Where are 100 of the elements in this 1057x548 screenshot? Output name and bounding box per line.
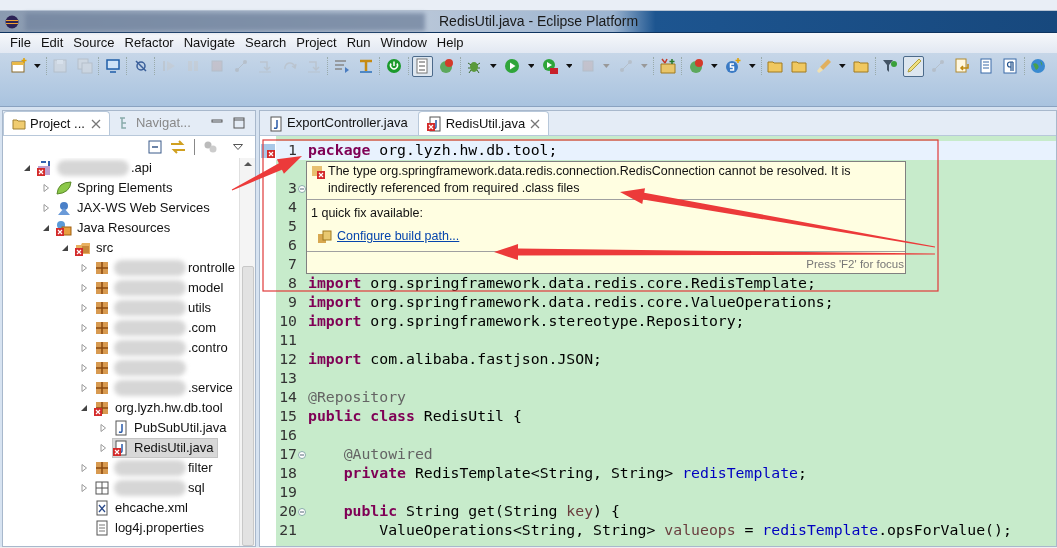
menu-item[interactable]: Refactor [120,33,178,53]
tab-label: Project ... [30,114,85,133]
maximize-icon[interactable] [233,117,245,129]
line-number: 15 [278,406,297,427]
quick-fix-link[interactable]: Configure build path... [337,228,460,245]
collapsed-arrow-icon[interactable] [99,444,107,452]
tree-item[interactable] [94,359,188,377]
tree-item[interactable]: src [75,239,118,257]
collapsed-arrow-icon[interactable] [80,284,88,292]
link-arrows-icon[interactable] [170,140,186,154]
item-label: .api [130,159,153,178]
item-label: model [187,279,225,298]
expanded-arrow-icon[interactable] [61,244,69,252]
annotation-arrow [231,156,302,191]
scrollbar[interactable] [239,158,255,546]
blur-smudge [57,160,129,176]
collapsed-arrow-icon[interactable] [99,424,107,432]
item-label: src [95,239,115,258]
collapsed-arrow-icon[interactable] [42,184,50,192]
dropdown-arrow-icon[interactable] [749,64,756,68]
tree-item[interactable]: .contro [94,339,232,357]
collapse-all-icon[interactable] [148,140,162,154]
editor-tab[interactable]: RedisUtil.java [417,111,550,135]
menu-item[interactable]: File [6,33,35,53]
dropdown-arrow-icon[interactable] [527,64,535,68]
line-number: 9 [287,292,297,313]
tree-item[interactable]: RedisUtil.java [113,439,218,457]
tree-item[interactable]: Java Resources [56,219,175,237]
line-number: 18 [278,463,297,484]
tree-item[interactable]: model [94,279,228,297]
gears-icon[interactable] [203,140,217,154]
tree-item[interactable]: filter [94,459,217,477]
collapsed-arrow-icon[interactable] [80,304,88,312]
error-badge-icon [94,408,102,416]
close-icon[interactable] [530,118,541,129]
collapsed-arrow-icon[interactable] [80,464,88,472]
collapsed-arrow-icon[interactable] [80,344,88,352]
fold-minus-icon[interactable] [297,450,306,459]
tree-item[interactable]: utils [94,299,216,317]
dropdown-arrow-icon[interactable] [565,64,573,68]
menu-item[interactable]: Search [241,33,291,53]
code-line: @Autowired [342,444,433,465]
menu-item[interactable]: Window [376,33,431,53]
dropdown-arrow-icon[interactable] [839,64,846,68]
code-line: import org.springframework.stereotype.Repository; [308,311,745,332]
collapsed-arrow-icon[interactable] [80,484,88,492]
pen-icon[interactable] [903,55,925,77]
line-number: 3 [287,178,297,199]
menu-item[interactable]: Run [342,33,375,53]
tree-item[interactable]: PubSubUtil.java [113,419,231,437]
dropdown-arrow-icon[interactable] [34,64,41,68]
expanded-arrow-icon[interactable] [42,224,50,232]
view-menu-icon[interactable] [233,144,243,150]
focus-hint: Press 'F2' for focus [806,257,905,272]
collapsed-arrow-icon[interactable] [80,364,88,372]
collapsed-arrow-icon[interactable] [80,324,88,332]
expanded-arrow-icon[interactable] [23,164,31,172]
error-message: The type org.springframework.data.redis.connection.RedisConnection cannot be resolved. It is indirectly referenced from required .class files [328,163,852,197]
blur-smudge [114,360,186,376]
menu-item[interactable]: Project [292,33,341,53]
tree-item[interactable]: .service [94,379,237,397]
blur-smudge [114,300,186,316]
fold-minus-icon[interactable] [297,184,306,193]
folder-icon [12,116,26,131]
tree-item[interactable]: sql [94,479,209,497]
tree-item[interactable]: Spring Elements [56,179,177,197]
dropdown-arrow-icon[interactable] [711,64,718,68]
item-label: ehcache.xml [114,499,189,518]
line-number: 10 [278,311,297,332]
blur-smudge [114,460,186,476]
menu-item[interactable]: Edit [36,33,68,53]
tree-item[interactable]: rontrolle [94,259,239,277]
tree-item[interactable]: .com [94,319,221,337]
tree-item[interactable]: org.lyzh.hw.db.tool [94,399,227,417]
collapsed-arrow-icon[interactable] [42,204,50,212]
code-line: ValueOperations<String, String> valueops = redisTemplate.opsForValue(); [378,520,1012,541]
dropdown-arrow-icon[interactable] [489,64,497,68]
tree-item[interactable]: log4j.properties [94,519,208,537]
editor-tab[interactable]: ExportController.java [260,111,416,135]
scroll-up-icon[interactable] [243,162,252,166]
collapsed-arrow-icon[interactable] [80,384,88,392]
build-path-icon [317,228,333,245]
tree-item[interactable]: .api [37,159,156,177]
menu-item[interactable]: Help [432,33,468,53]
line-number: 7 [287,254,297,275]
fold-minus-icon[interactable] [297,507,306,516]
collapsed-arrow-icon[interactable] [80,264,88,272]
line-number: 1 [287,140,297,161]
expanded-arrow-icon[interactable] [80,404,88,412]
line-number: 20 [278,501,297,522]
menu-item[interactable]: Navigate [179,33,239,53]
line-numbers-icon[interactable] [411,55,433,77]
line-number: 21 [278,520,297,541]
menu-item[interactable]: Source [69,33,119,53]
close-icon[interactable] [90,118,101,129]
code-line: import com.alibaba.fastjson.JSON; [308,349,602,370]
tree-item[interactable]: JAX-WS Web Services [56,199,214,217]
view-tab[interactable]: Project ... [3,111,110,135]
line-number: 16 [278,425,297,446]
tree-item[interactable]: ehcache.xml [94,499,192,517]
